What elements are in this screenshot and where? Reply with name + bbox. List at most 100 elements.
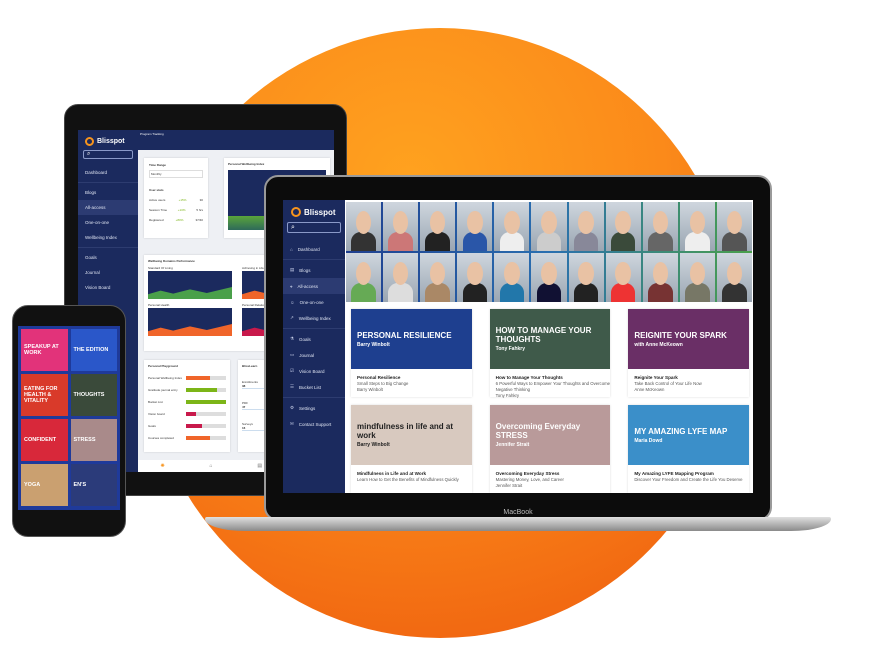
logo-tab-icon[interactable]: ✺ (160, 463, 164, 469)
tablet-nav-item[interactable]: All-access (78, 200, 138, 215)
sidebar-item-goals[interactable]: ⚗ Goals (283, 331, 345, 347)
instructor-photo[interactable] (642, 253, 678, 302)
user-stat-row: Registered +80% 37/40 (149, 218, 203, 222)
laptop-sidebar: Blisspot ⌕ ⌂ Dashboard ▤ Blogs ⌖ All-access ☺ O… (283, 200, 345, 493)
instructor-photo[interactable] (383, 202, 419, 251)
brand-logo: Blisspot (291, 207, 345, 217)
course-author: Tony Fahkry (495, 393, 520, 398)
instructor-photo[interactable] (605, 253, 641, 302)
sidebar-item-dashboard[interactable]: ⌂ Dashboard (283, 241, 345, 257)
course-grid: PERSONAL RESILIENCE Barry Winbolt Person… (351, 309, 749, 493)
course-card[interactable]: PERSONAL RESILIENCE Barry Winbolt Person… (351, 309, 472, 397)
phone-screen: SPEAKUP AT WORK THE EDITION EATING FOR HEA… (18, 326, 120, 510)
instructor-photo[interactable] (457, 253, 493, 302)
tablet-nav-item[interactable]: Journal (78, 265, 138, 280)
home-tab-icon[interactable]: ⌂ (210, 463, 213, 469)
tablet-nav-item[interactable]: Wellbeing Index (78, 230, 138, 245)
brand-logo: Blisspot (85, 137, 138, 146)
course-thumbnail: MY AMAZING LYFE MAP Maria Dowd (628, 405, 749, 465)
instructor-photo-grid (346, 202, 752, 302)
instructor-photo[interactable] (457, 202, 493, 251)
user-stats-panel: Time Range Monthly User stats Active use… (144, 158, 208, 238)
instructor-photo[interactable] (494, 253, 530, 302)
phone-course-tile[interactable]: YOGA (21, 464, 68, 506)
instructor-photo[interactable] (346, 253, 382, 302)
tablet-nav-item[interactable]: Dashboard (78, 165, 138, 180)
course-thumbnail: REIGNITE YOUR SPARK with Anne McKeown (628, 309, 749, 369)
playground-row: Bucket List (148, 400, 226, 404)
graduation-cap-icon: ⌖ (290, 283, 293, 289)
instructor-photo[interactable] (346, 202, 382, 251)
domain-chart: Personal Health (148, 303, 232, 336)
course-title: Personal Resilience (357, 375, 401, 380)
trend-icon: ↗ (290, 315, 294, 320)
time-range-select[interactable]: Monthly (149, 170, 203, 178)
instructor-photo[interactable] (568, 253, 604, 302)
course-card[interactable]: Overcoming Everyday STRESS Jennifer Stra… (489, 405, 611, 493)
instructor-photo[interactable] (420, 253, 456, 302)
course-description: 6 Powerful Ways to Empower Your Thoughts… (495, 381, 611, 392)
sidebar-item-journal[interactable]: ▭ Journal (283, 347, 345, 363)
course-title: Mindfulness in Life and at Work (357, 471, 427, 476)
phone-course-tile[interactable]: EN'S (70, 464, 117, 506)
course-title: Reignite Your Spark (634, 375, 678, 380)
gear-icon: ⚙ (290, 405, 295, 410)
laptop-model-label: MacBook (503, 509, 533, 516)
sidebar-item-settings[interactable]: ⚙ Settings (283, 400, 345, 416)
playground-row: Courses completed (148, 436, 226, 440)
course-author: Jennifer Strait (495, 483, 523, 488)
sidebar-item-one-on-one[interactable]: ☺ One-on-one (283, 294, 345, 310)
instructor-photo[interactable] (605, 202, 641, 251)
sidebar-item-vision-board[interactable]: ☑ Vision Board (283, 363, 345, 379)
course-card[interactable]: HOW TO MANAGE YOUR THOUGHTS Tony Fahkry … (489, 309, 611, 398)
course-thumbnail: HOW TO MANAGE YOUR THOUGHTS Tony Fahkry (489, 309, 611, 369)
course-card[interactable]: REIGNITE YOUR SPARK with Anne McKeown Re… (628, 309, 749, 397)
phone-course-tile[interactable]: EATING FOR HEALTH & VITALITY (21, 374, 68, 416)
instructor-photo[interactable] (716, 253, 752, 302)
instructor-photo[interactable] (716, 202, 752, 251)
instructor-photo[interactable] (383, 253, 419, 302)
sidebar-item-wellbeing-index[interactable]: ↗ Wellbeing Index (283, 310, 345, 326)
phone-course-tile[interactable]: THOUGHTS (70, 374, 117, 416)
phone-course-tile[interactable]: THE EDITION (70, 329, 117, 371)
phone-course-tile[interactable]: STRESS (70, 419, 117, 461)
blog-tab-icon[interactable]: ▤ (257, 463, 262, 469)
user-stat-row: Active users +15% 30 (149, 198, 203, 202)
course-card[interactable]: MY AMAZING LYFE MAP Maria Dowd My Amazin… (628, 405, 749, 493)
search-input[interactable]: ⌕ (83, 150, 133, 159)
instructor-photo[interactable] (420, 202, 456, 251)
blog-icon: ▤ (290, 267, 295, 272)
course-author: Anne McKeown (634, 387, 665, 392)
phone-course-tile[interactable]: CONFIDENT (21, 419, 68, 461)
search-input[interactable]: ⌕ (287, 222, 341, 233)
sidebar-item-bucket-list[interactable]: ☰ Bucket List (283, 379, 345, 395)
user-stat-row: Session Time +10% 5 hrs (149, 208, 203, 212)
course-thumbnail: PERSONAL RESILIENCE Barry Winbolt (351, 309, 472, 369)
course-thumbnail: mindfulness in life and at work Barry Wi… (351, 405, 472, 465)
instructor-photo[interactable] (531, 253, 567, 302)
playground-row: Personal Wellbeing Index (148, 376, 226, 380)
instructor-photo[interactable] (494, 202, 530, 251)
phone-course-tile[interactable]: SPEAKUP AT WORK (21, 329, 68, 371)
tablet-nav-item[interactable]: Blogs (78, 185, 138, 200)
book-icon: ▭ (290, 352, 295, 357)
course-author: Barry Winbolt (357, 387, 383, 392)
course-thumbnail: Overcoming Everyday STRESS Jennifer Stra… (489, 405, 611, 465)
course-title: My Amazing LYFE Mapping Program (634, 471, 714, 476)
playground-row: Gratitude journal entry (148, 388, 226, 392)
instructor-photo[interactable] (679, 202, 715, 251)
tablet-nav-item[interactable]: Goals (78, 250, 138, 265)
playground-row: Vision board (148, 412, 226, 416)
sidebar-item-blogs[interactable]: ▤ Blogs (283, 262, 345, 278)
instructor-photo[interactable] (531, 202, 567, 251)
sidebar-item-all-access[interactable]: ⌖ All-access (283, 278, 345, 294)
tablet-header: Program Tracking (138, 130, 334, 150)
instructor-photo[interactable] (642, 202, 678, 251)
sidebar-item-contact-support[interactable]: ✉ Contact Support (283, 416, 345, 432)
tablet-nav-item[interactable]: Vision Board (78, 280, 138, 295)
instructor-photo[interactable] (568, 202, 604, 251)
course-card[interactable]: mindfulness in life and at work Barry Wi… (351, 405, 472, 493)
tablet-nav-item[interactable]: One-on-one (78, 215, 138, 230)
instructor-photo[interactable] (679, 253, 715, 302)
laptop-screen: Blisspot ⌕ ⌂ Dashboard ▤ Blogs ⌖ All-access ☺ O… (283, 200, 753, 493)
